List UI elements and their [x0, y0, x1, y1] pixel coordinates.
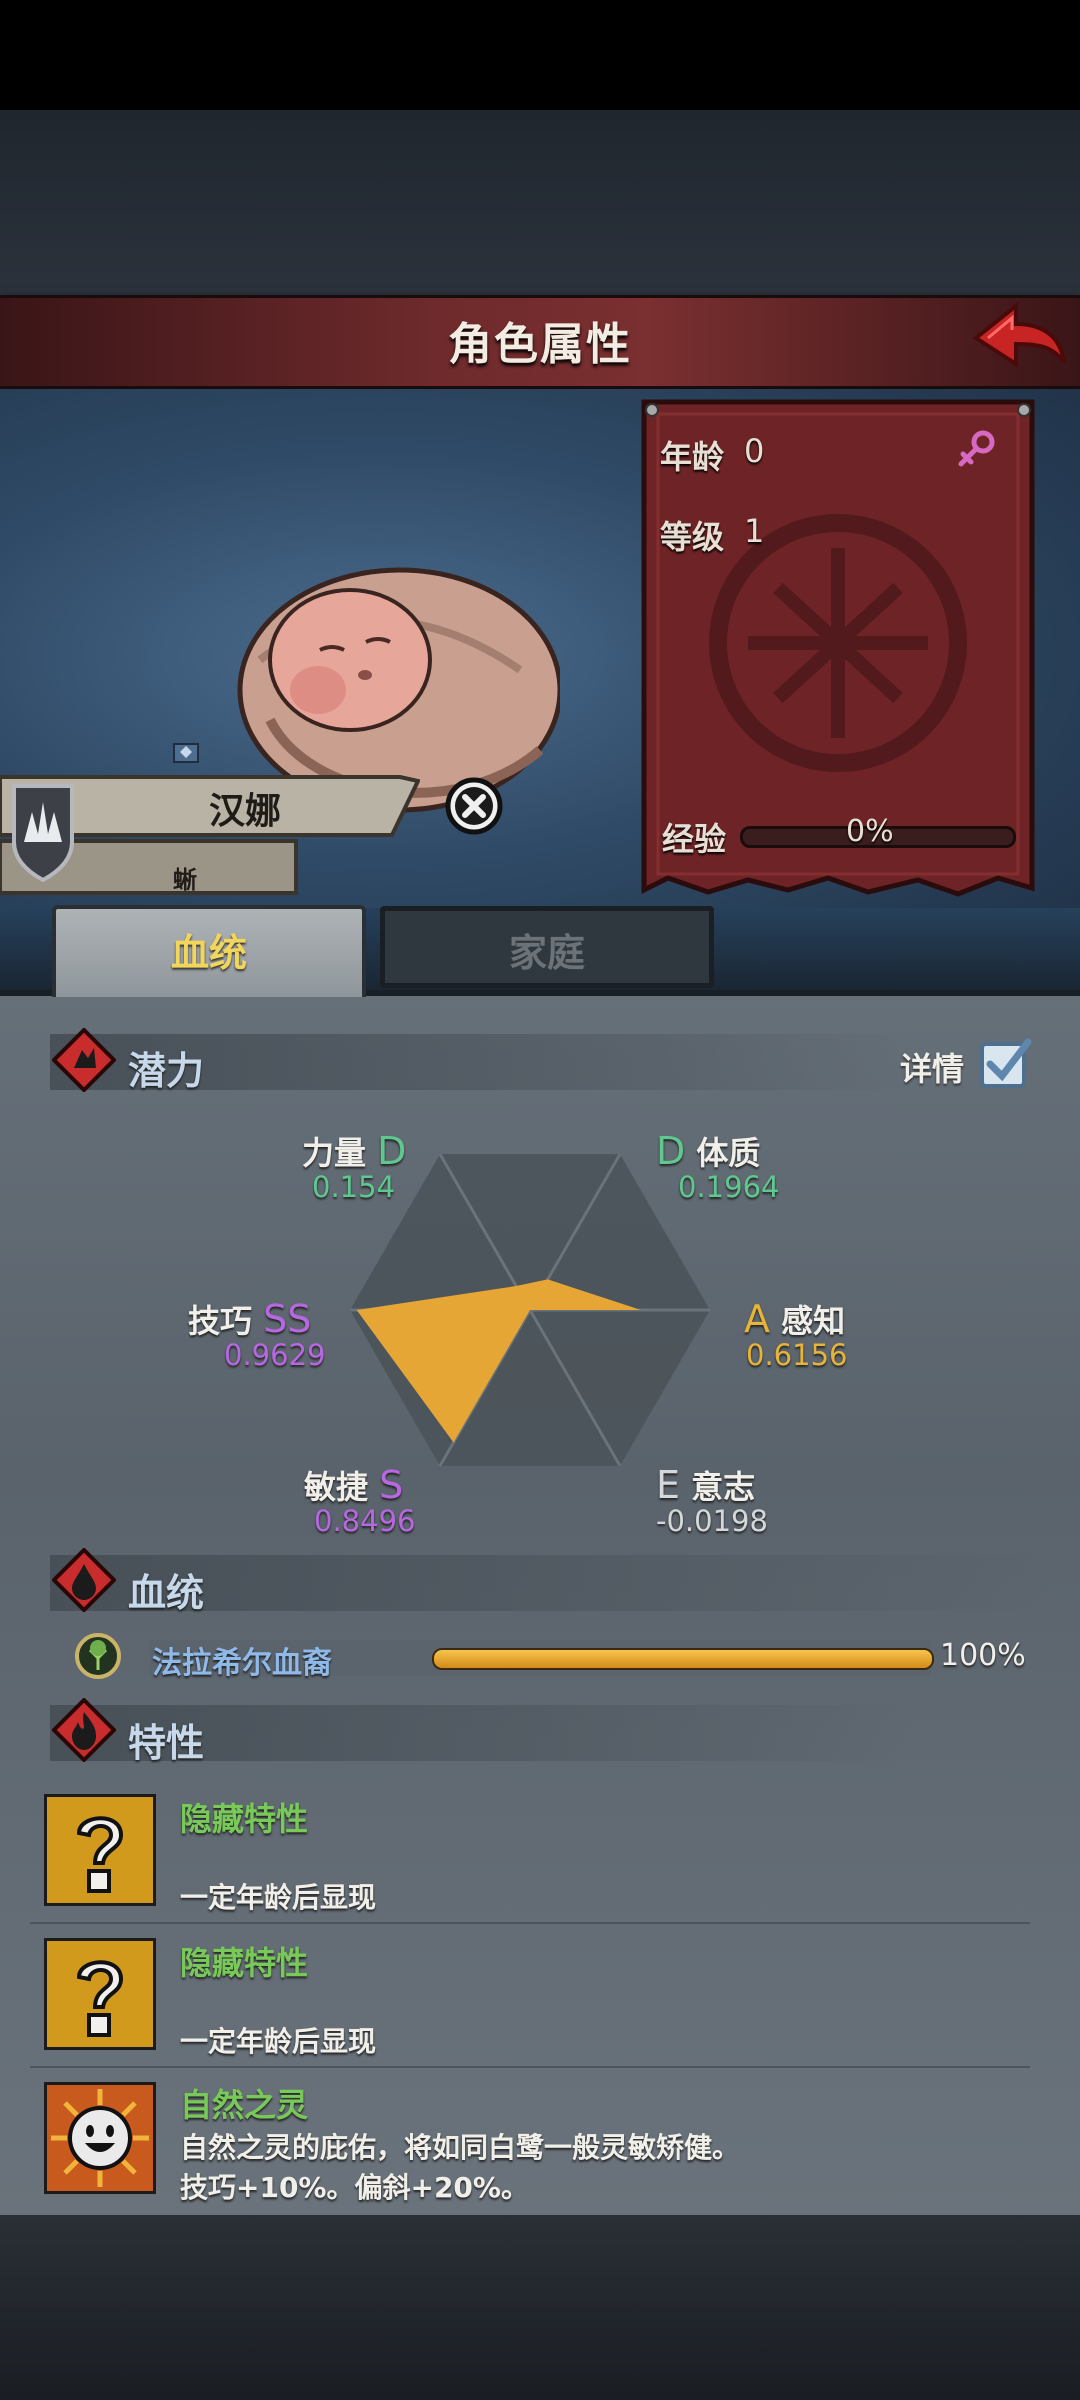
- attr-agility-label: 敏捷 S: [304, 1462, 403, 1508]
- level-value: 1: [744, 512, 765, 550]
- attr-strength-value: 0.154: [312, 1170, 396, 1204]
- traits-title: 特性: [128, 1721, 205, 1765]
- attr-strength-name: 力量: [302, 1134, 367, 1172]
- traits-icon: [52, 1698, 116, 1762]
- attr-will-grade: E: [656, 1463, 681, 1507]
- character-race: 蜥: [173, 866, 197, 894]
- question-icon: [44, 1938, 156, 2050]
- trait-name: 自然之灵: [180, 2086, 309, 2124]
- attr-perception-grade: A: [744, 1297, 770, 1341]
- lineage-name: 法拉希尔血裔: [152, 1646, 332, 1681]
- attr-strength-label: 力量 D: [302, 1128, 406, 1174]
- bottom-backdrop: [0, 2215, 1080, 2400]
- attr-will-label: E 意志: [656, 1462, 755, 1508]
- potential-title: 潜力: [128, 1049, 205, 1093]
- question-icon: [44, 1794, 156, 1906]
- attr-skill-label: 技巧 SS: [188, 1296, 311, 1342]
- attr-skill-grade: SS: [263, 1297, 312, 1341]
- tab-bloodline-label: 血统: [170, 931, 247, 975]
- attr-constitution-name: 体质: [696, 1134, 761, 1172]
- age-label: 年龄: [660, 438, 725, 476]
- attr-strength-grade: D: [377, 1129, 407, 1173]
- trait-desc: 自然之灵的庇佑，将如同白鹭一般灵敏矫健。: [180, 2131, 741, 2164]
- rank-emblem-icon: [173, 743, 199, 763]
- trait-name: 隐藏特性: [180, 1800, 309, 1838]
- potential-icon: [52, 1028, 116, 1092]
- age-value: 0: [744, 432, 765, 470]
- female-gender-icon: [958, 430, 995, 467]
- family-crest-icon: [12, 784, 74, 882]
- attr-skill-name: 技巧: [188, 1302, 253, 1340]
- attr-skill-value: 0.9629: [224, 1338, 326, 1372]
- trait-desc: 一定年龄后显现: [180, 1881, 377, 1914]
- close-icon[interactable]: [444, 776, 504, 836]
- trait-desc: 一定年龄后显现: [180, 2025, 377, 2058]
- attr-perception-name: 感知: [781, 1302, 846, 1340]
- attr-constitution-grade: D: [656, 1129, 686, 1173]
- character-name: 汉娜: [208, 791, 281, 832]
- back-arrow-icon[interactable]: [968, 300, 1068, 376]
- status-bar: [0, 0, 1080, 110]
- trait-desc-line2: 技巧+10%。偏斜+20%。: [180, 2171, 529, 2204]
- details-checkbox[interactable]: [978, 1036, 1034, 1092]
- attr-agility-value: 0.8496: [314, 1504, 416, 1538]
- attr-will-value: -0.0198: [656, 1504, 768, 1538]
- bloodline-icon: [52, 1548, 116, 1612]
- bloodline-title: 血统: [128, 1571, 205, 1615]
- trait-name: 隐藏特性: [180, 1944, 309, 1982]
- level-label: 等级: [660, 518, 725, 556]
- tree-icon: [75, 1633, 121, 1679]
- attr-will-name: 意志: [691, 1468, 756, 1506]
- smile-sun-icon: [44, 2082, 156, 2194]
- tab-family-label: 家庭: [508, 931, 585, 975]
- attr-constitution-value: 0.1964: [678, 1170, 780, 1204]
- lineage-percent: 100%: [940, 1638, 1026, 1673]
- attr-agility-grade: S: [379, 1463, 404, 1507]
- exp-label: 经验: [662, 820, 727, 858]
- page-title: 角色属性: [448, 319, 632, 370]
- attr-perception-label: A 感知: [744, 1296, 845, 1342]
- details-label: 详情: [900, 1050, 965, 1088]
- lineage-progress-bar: [432, 1648, 934, 1670]
- attr-agility-name: 敏捷: [304, 1468, 369, 1506]
- top-backdrop: [0, 110, 1080, 295]
- exp-value: 0%: [846, 814, 894, 849]
- attr-constitution-label: D 体质: [656, 1128, 760, 1174]
- attr-perception-value: 0.6156: [746, 1338, 848, 1372]
